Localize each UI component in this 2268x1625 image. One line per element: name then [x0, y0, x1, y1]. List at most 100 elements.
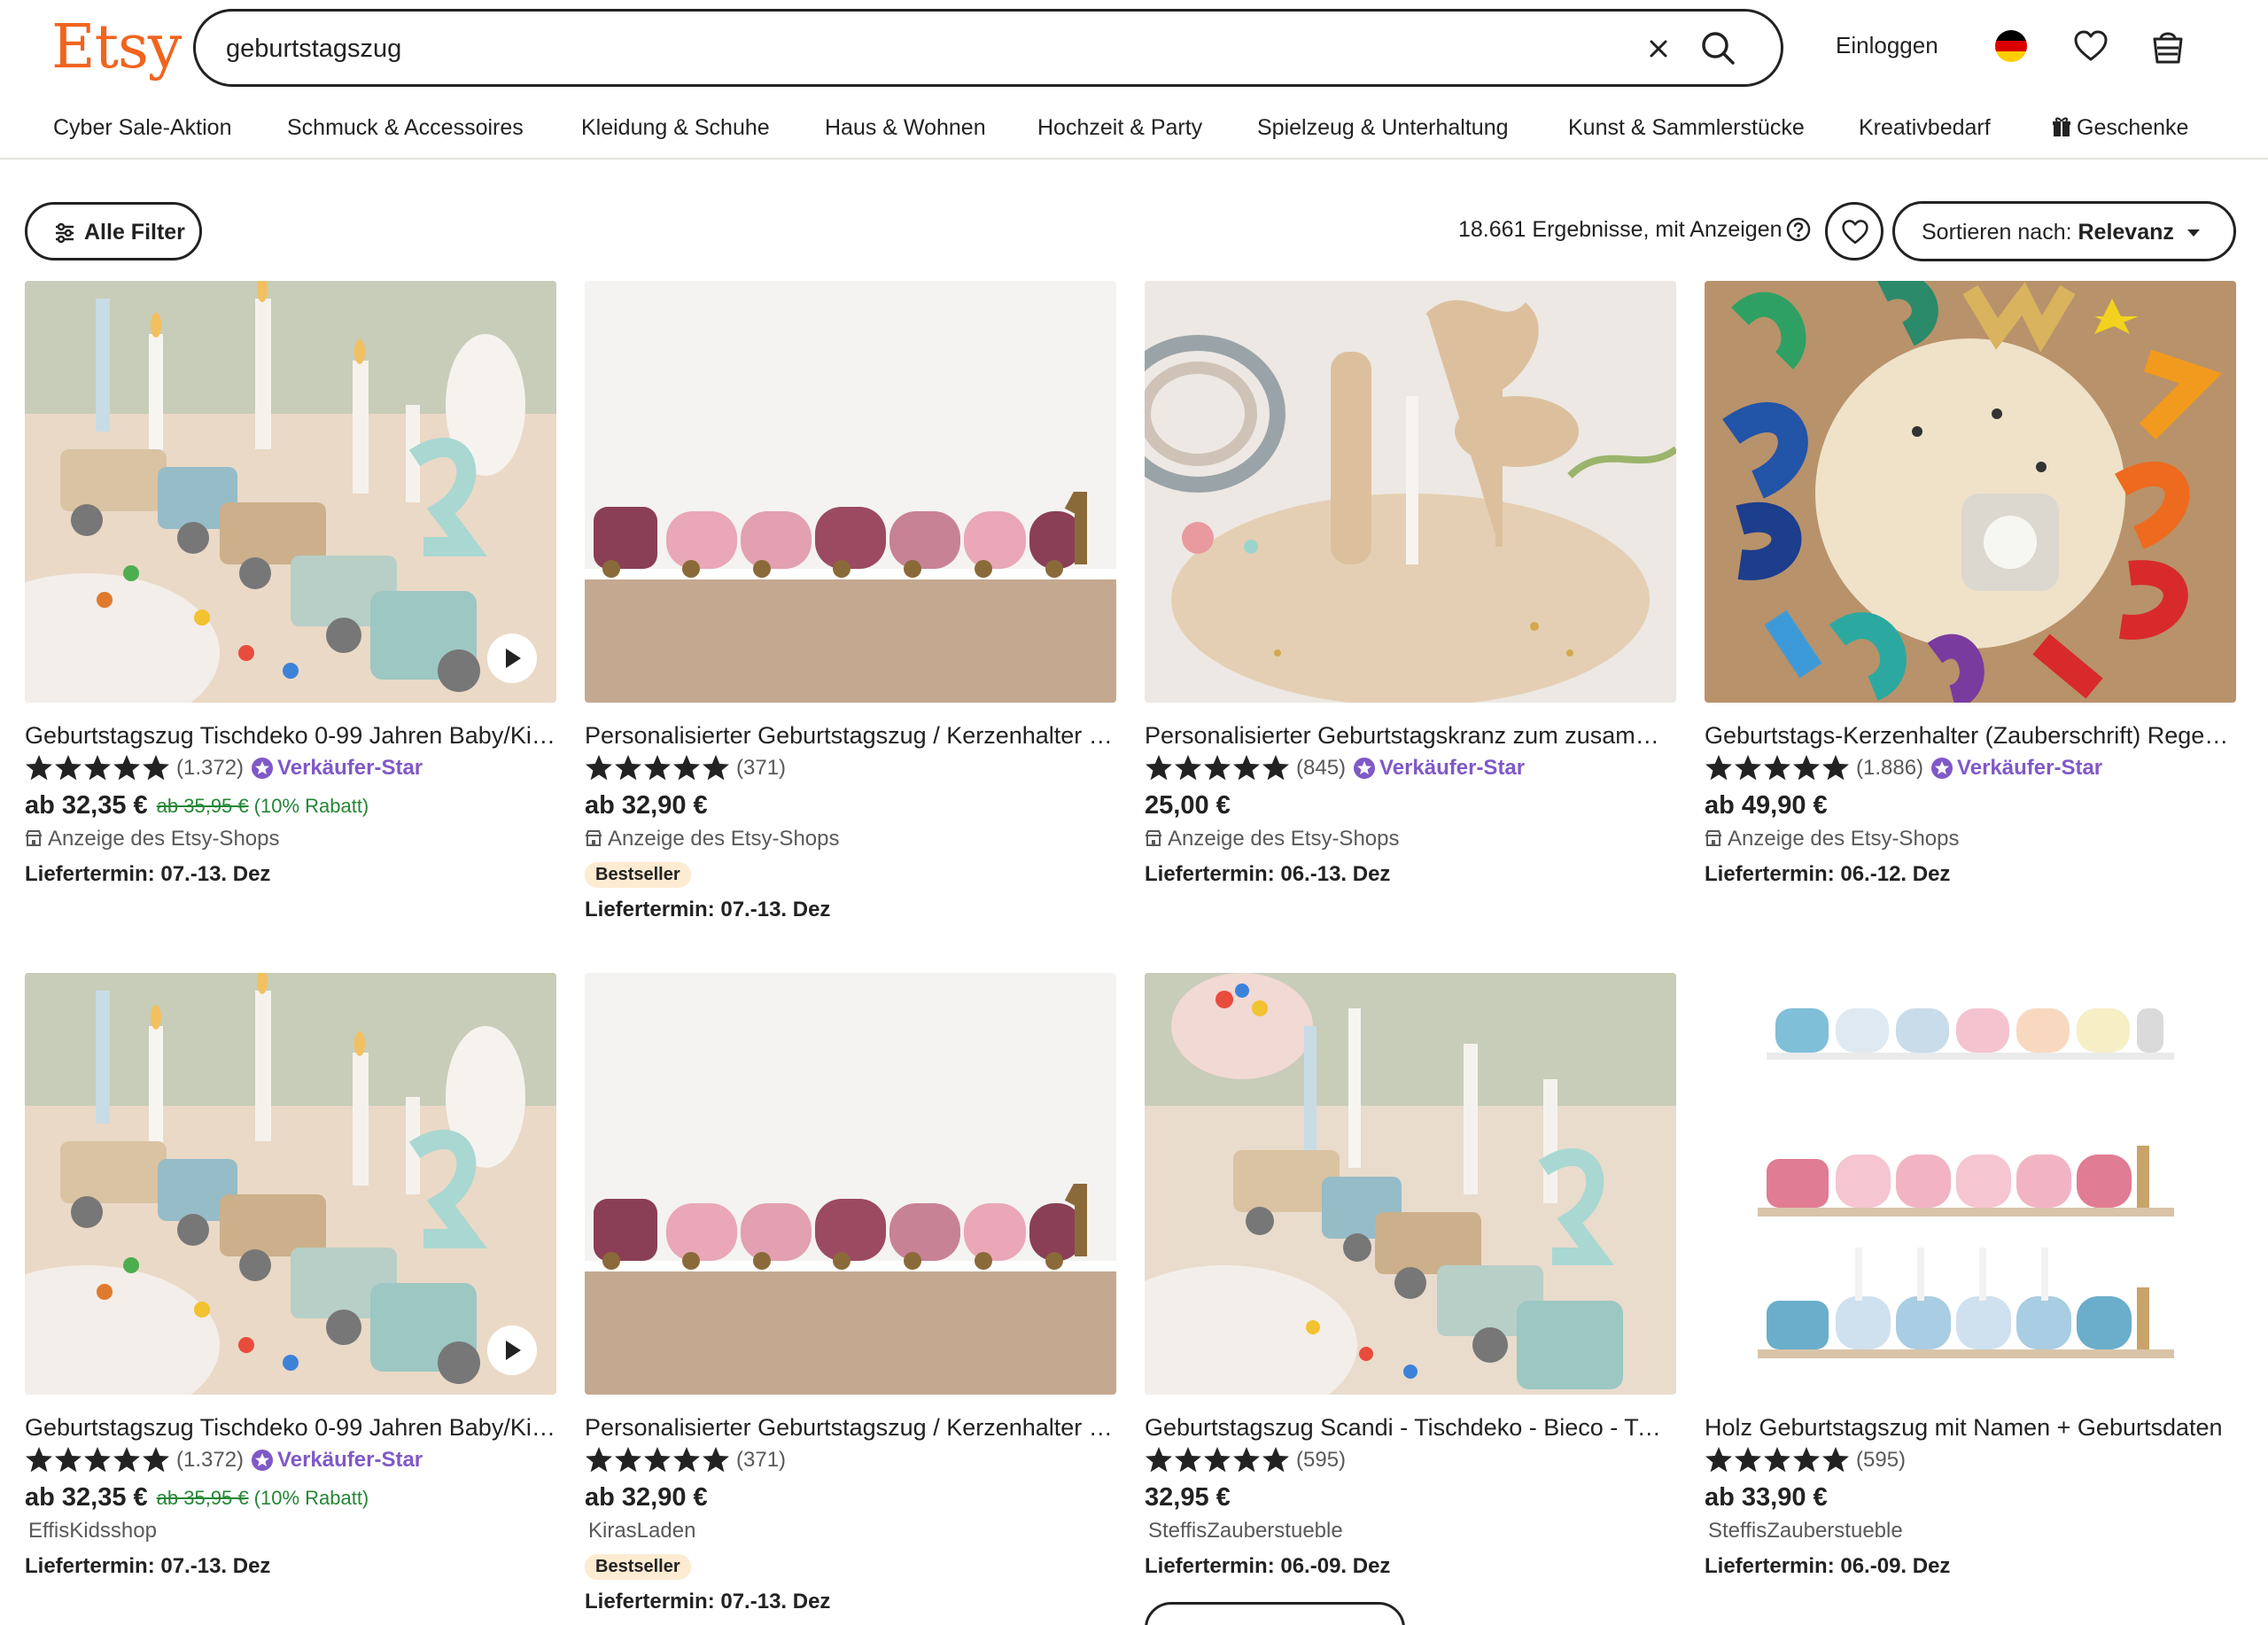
- five-star-rating-icon: [1705, 1446, 1851, 1473]
- shop-line: Anzeige des Etsy-Shops: [585, 827, 839, 851]
- star-seller-icon: [252, 1450, 274, 1472]
- listing-image[interactable]: [25, 281, 556, 703]
- listing-title[interactable]: Personalisierter Geburtstagskranz zum zu…: [1145, 722, 1676, 750]
- review-count: (1.372): [176, 1447, 245, 1472]
- listing-price-row: ab 32,35 € ab 35,95 € (10% Rabatt): [25, 791, 369, 820]
- caret-down-icon: [2187, 229, 2200, 237]
- more-like-this-button[interactable]: [1145, 1602, 1405, 1625]
- category-craft[interactable]: Kreativbedarf: [1859, 115, 1991, 141]
- category-toys[interactable]: Spielzeug & Unterhaltung: [1257, 115, 1509, 141]
- listing-price: ab 32,35 €: [25, 1483, 148, 1512]
- listing-title[interactable]: Personalisierter Geburtstagszug / Kerzen…: [585, 1414, 1116, 1442]
- filter-sliders-icon: [56, 222, 74, 244]
- listing-rating: (1.372) Verkäufer-Star: [25, 1446, 423, 1476]
- shop-icon: [25, 829, 43, 846]
- listing-title[interactable]: Geburtstags-Kerzenhalter (Zauberschrift)…: [1705, 722, 2236, 750]
- sign-in-link[interactable]: Einloggen: [1836, 32, 1938, 59]
- cart-icon[interactable]: [2149, 27, 2186, 66]
- listing-image[interactable]: [585, 281, 1116, 703]
- discount-label: (10% Rabatt): [253, 794, 369, 817]
- listing-image[interactable]: [1145, 973, 1676, 1395]
- delivery-date: Liefertermin: 06.-12. Dez: [1705, 862, 1951, 886]
- shop-line: Anzeige des Etsy-Shops: [1145, 827, 1399, 851]
- shop-name[interactable]: KirasLaden: [588, 1519, 695, 1543]
- listing-title[interactable]: Geburtstagszug Scandi - Tischdeko - Biec…: [1145, 1414, 1676, 1442]
- play-video-icon[interactable]: [487, 634, 537, 683]
- results-count: 18.661 Ergebnisse, mit Anzeigen: [1458, 217, 1783, 242]
- bestseller-badge: Bestseller: [585, 862, 691, 888]
- five-star-rating-icon: [585, 754, 731, 781]
- shop-line: Anzeige des Etsy-Shops: [1705, 827, 1959, 851]
- listing-image[interactable]: [585, 973, 1116, 1395]
- listing-rating: (1.372) Verkäufer-Star: [25, 754, 423, 784]
- review-count: (1.886): [1856, 755, 1924, 780]
- search-input[interactable]: [226, 29, 1555, 68]
- search-icon[interactable]: [1697, 27, 1740, 70]
- all-filters-button[interactable]: Alle Filter: [25, 202, 202, 260]
- category-gifts-label: Geschenke: [2077, 115, 2189, 140]
- discount-label: (10% Rabatt): [253, 1486, 369, 1509]
- listing-image[interactable]: [1145, 281, 1676, 703]
- listing-rating: (1.886) Verkäufer-Star: [1705, 754, 2102, 784]
- review-count: (371): [736, 1447, 787, 1472]
- shop-icon: [585, 829, 602, 846]
- bestseller-badge: Bestseller: [585, 1554, 691, 1580]
- listing-price-row: ab 49,90 €: [1705, 791, 1828, 820]
- listing-price-row: ab 32,35 € ab 35,95 € (10% Rabatt): [25, 1483, 369, 1512]
- shop-line: Anzeige des Etsy-Shops: [25, 827, 279, 851]
- listing-title[interactable]: Geburtstagszug Tischdeko 0-99 Jahren Bab…: [25, 722, 556, 750]
- category-home[interactable]: Haus & Wohnen: [825, 115, 986, 141]
- shop-name[interactable]: SteffisZauberstueble: [1148, 1519, 1343, 1543]
- language-flag-icon[interactable]: [1995, 30, 2027, 62]
- review-count: (371): [736, 755, 787, 780]
- gift-icon: [2053, 117, 2070, 136]
- review-count: (595): [1296, 1447, 1347, 1472]
- delivery-date: Liefertermin: 06.-13. Dez: [1145, 862, 1391, 886]
- star-seller-badge: Verkäufer-Star: [1930, 756, 2102, 781]
- listing-price: ab 33,90 €: [1705, 1483, 1828, 1512]
- category-art[interactable]: Kunst & Sammlerstücke: [1568, 115, 1805, 141]
- listing-price-row: 25,00 €: [1145, 791, 1231, 820]
- star-seller-badge: Verkäufer-Star: [251, 1448, 423, 1473]
- save-search-button[interactable]: [1825, 202, 1884, 260]
- listing-rating: (845) Verkäufer-Star: [1145, 754, 1525, 784]
- heart-icon: [1842, 220, 1868, 245]
- shop-name[interactable]: SteffisZauberstueble: [1708, 1519, 1903, 1543]
- star-seller-icon: [252, 758, 274, 780]
- listing-rating: (595): [1705, 1446, 1906, 1476]
- listing-price: ab 32,35 €: [25, 791, 148, 820]
- favorites-heart-icon[interactable]: [2073, 28, 2109, 64]
- listing-image[interactable]: [1705, 973, 2236, 1395]
- clear-search-icon[interactable]: [1641, 31, 1676, 66]
- shop-icon: [1705, 829, 1722, 846]
- review-count: (595): [1856, 1447, 1907, 1472]
- sort-dropdown[interactable]: Sortieren nach: Relevanz: [1892, 201, 2236, 261]
- delivery-date: Liefertermin: 07.-13. Dez: [25, 862, 271, 886]
- category-nav: Cyber Sale-Aktion Schmuck & Accessoires …: [0, 99, 2268, 159]
- category-clothing[interactable]: Kleidung & Schuhe: [581, 115, 770, 141]
- play-video-icon[interactable]: [487, 1326, 537, 1375]
- etsy-logo[interactable]: Etsy: [51, 12, 182, 83]
- help-icon[interactable]: [1786, 217, 1811, 242]
- listing-image[interactable]: [1705, 281, 2236, 703]
- listing-title[interactable]: Holz Geburtstagszug mit Namen + Geburtsd…: [1705, 1414, 2236, 1442]
- listing-title[interactable]: Personalisierter Geburtstagszug / Kerzen…: [585, 722, 1116, 750]
- star-seller-icon: [1931, 758, 1953, 780]
- listing-price-row: ab 32,90 €: [585, 1483, 708, 1512]
- delivery-date: Liefertermin: 07.-13. Dez: [585, 898, 831, 921]
- search-bar: [193, 9, 1783, 87]
- category-cyber-sale[interactable]: Cyber Sale-Aktion: [53, 115, 231, 141]
- original-price: ab 35,95 €: [156, 1486, 249, 1509]
- category-wedding[interactable]: Hochzeit & Party: [1037, 115, 1202, 141]
- shop-icon: [1145, 829, 1162, 846]
- delivery-date: Liefertermin: 06.-09. Dez: [1705, 1554, 1951, 1578]
- listing-title[interactable]: Geburtstagszug Tischdeko 0-99 Jahren Bab…: [25, 1414, 556, 1442]
- listing-image[interactable]: [25, 973, 556, 1395]
- category-jewelry[interactable]: Schmuck & Accessoires: [287, 115, 524, 141]
- shop-name[interactable]: EffisKidsshop: [28, 1519, 157, 1543]
- all-filters-label: Alle Filter: [84, 220, 185, 245]
- review-count: (845): [1296, 755, 1347, 780]
- category-gifts[interactable]: Geschenke: [2052, 115, 2188, 141]
- five-star-rating-icon: [1705, 754, 1851, 781]
- listing-price: ab 32,90 €: [585, 1483, 708, 1512]
